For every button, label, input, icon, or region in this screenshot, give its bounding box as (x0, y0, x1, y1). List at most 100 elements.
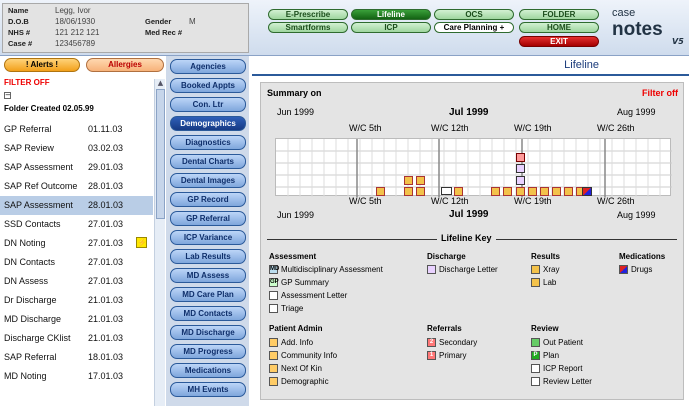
lifeline-key-title: Lifeline Key (437, 233, 496, 243)
sidebar-nav: Agencies Booked Appts Con. Ltr Demograph… (166, 56, 249, 406)
lab-icon[interactable] (491, 187, 500, 196)
lab-icon[interactable] (564, 187, 573, 196)
month-center: Jul 1999 (449, 209, 489, 220)
patient-dob: 18/06/1930 (55, 17, 96, 26)
list-item[interactable]: SAP Review 03.02.03 (0, 139, 153, 158)
nav-diagnostics[interactable]: Diagnostics (170, 135, 246, 150)
key-item: ICP Report (531, 364, 582, 374)
nav-gp-referral[interactable]: GP Referral (170, 211, 246, 226)
month-left: Jun 1999 (277, 107, 315, 117)
lifeline-button[interactable]: Lifeline (351, 9, 431, 20)
logo-text-notes: notes (612, 19, 663, 40)
lab-icon[interactable] (503, 187, 512, 196)
alerts-button[interactable]: ! Alerts ! (4, 58, 80, 72)
drugs-icon[interactable] (582, 187, 592, 196)
drugs-icon (619, 265, 628, 275)
nav-booked-appts[interactable]: Booked Appts (170, 78, 246, 93)
nav-con-ltr[interactable]: Con. Ltr (170, 97, 246, 112)
folder-button[interactable]: FOLDER (519, 9, 599, 20)
nav-dental-charts[interactable]: Dental Charts (170, 154, 246, 169)
xray-icon[interactable] (416, 187, 425, 196)
ocs-button[interactable]: OCS (434, 9, 514, 20)
nav-medications[interactable]: Medications (170, 363, 246, 378)
calendar-header-bottom: W/C 5th W/C 12th W/C 19th W/C 26th Jun 1… (267, 196, 667, 226)
nav-md-contacts[interactable]: MD Contacts (170, 306, 246, 321)
lab-icon (531, 278, 540, 288)
key-item: 1 Primary (427, 351, 467, 361)
list-item-date: 21.01.03 (88, 333, 124, 343)
list-item[interactable]: SSD Contacts 27.01.03 (0, 215, 153, 234)
nav-dental-images[interactable]: Dental Images (170, 173, 246, 188)
nav-mh-events[interactable]: MH Events (170, 382, 246, 397)
letter-icon[interactable] (516, 164, 525, 173)
key-heading-medications: Medications (619, 252, 666, 261)
home-button[interactable]: HOME (519, 22, 599, 33)
key-item: Assessment Letter (269, 291, 347, 301)
list-item[interactable]: DN Contacts 27.01.03 (0, 253, 153, 272)
list-scrollbar[interactable]: ▲ (154, 79, 165, 406)
list-item-date: 21.01.03 (88, 314, 124, 324)
list-item[interactable]: SAP Referral 18.01.03 (0, 348, 153, 367)
eprescribe-button[interactable]: E-Prescribe (268, 9, 348, 20)
nav-agencies[interactable]: Agencies (170, 59, 246, 74)
list-item-title: MD Noting (4, 371, 47, 381)
smartforms-button[interactable]: Smartforms (268, 22, 348, 33)
timeline-grid[interactable] (275, 138, 672, 197)
letter-icon[interactable] (441, 187, 452, 195)
list-item[interactable]: DN Assess 27.01.03 (0, 272, 153, 291)
filter-off-toggle[interactable]: Filter off (642, 88, 678, 98)
add-info-icon (269, 338, 278, 348)
xray-icon[interactable] (404, 176, 413, 185)
md-icon: MD (269, 265, 280, 275)
nav-md-discharge[interactable]: MD Discharge (170, 325, 246, 340)
list-item[interactable]: MD Noting 17.01.03 (0, 367, 153, 386)
letter-icon[interactable] (516, 176, 525, 185)
xray-icon[interactable] (454, 187, 463, 196)
xray-icon[interactable] (404, 187, 413, 196)
exit-button[interactable]: EXIT (519, 36, 599, 47)
lab-icon[interactable] (516, 187, 525, 196)
icp-button[interactable]: ICP (351, 22, 431, 33)
list-item[interactable]: MD Discharge 21.01.03 (0, 310, 153, 329)
nav-md-progress[interactable]: MD Progress (170, 344, 246, 359)
collapse-toggle[interactable]: − (4, 92, 11, 99)
nav-md-care-plan[interactable]: MD Care Plan (170, 287, 246, 302)
summary-on-label: Summary on (267, 88, 322, 98)
filter-off-label[interactable]: FILTER OFF (4, 78, 50, 87)
nav-demographics[interactable]: Demographics (170, 116, 246, 131)
logo-version: V5 (672, 37, 684, 46)
page-title: Lifeline (564, 59, 599, 71)
logo-text-case: case (612, 7, 636, 19)
list-item[interactable]: DN Noting 27.01.03 ⚡ (0, 234, 153, 253)
list-item[interactable]: SAP Ref Outcome 28.01.03 (0, 177, 153, 196)
lab-icon[interactable] (528, 187, 537, 196)
referral-icon[interactable] (516, 153, 525, 162)
xray-icon[interactable] (376, 187, 385, 196)
nav-md-assess[interactable]: MD Assess (170, 268, 246, 283)
list-item-selected[interactable]: SAP Assessment 28.01.03 (0, 196, 153, 215)
list-item[interactable]: SAP Assessment 29.01.03 (0, 158, 153, 177)
scroll-up-icon[interactable]: ▲ (156, 79, 165, 88)
care-planning-button[interactable]: Care Planning + (434, 22, 514, 33)
month-right: Aug 1999 (617, 107, 656, 117)
allergies-button[interactable]: Allergies (86, 58, 164, 72)
lab-icon[interactable] (540, 187, 549, 196)
nav-icp-variance[interactable]: ICP Variance (170, 230, 246, 245)
letter-icon (269, 291, 278, 301)
list-item-date: 27.01.03 (88, 238, 124, 248)
lab-icon[interactable] (552, 187, 561, 196)
list-item-title: Dr Discharge (4, 295, 57, 305)
xray-icon[interactable] (416, 176, 425, 185)
list-item[interactable]: GP Referral 01.11.03 (0, 120, 153, 139)
nav-lab-results[interactable]: Lab Results (170, 249, 246, 264)
list-item-title: DN Assess (4, 276, 49, 286)
list-item-date: 28.01.03 (88, 200, 124, 210)
alert-icon[interactable]: ⚡ (136, 237, 147, 248)
nav-gp-record[interactable]: GP Record (170, 192, 246, 207)
list-item[interactable]: Dr Discharge 21.01.03 (0, 291, 153, 310)
list-item-title: SSD Contacts (4, 219, 61, 229)
scrollbar-thumb[interactable] (156, 89, 165, 219)
casenotes-logo: case notes V5 (610, 3, 686, 49)
document-list: GP Referral 01.11.03 SAP Review 03.02.03 S… (0, 117, 153, 406)
list-item[interactable]: Discharge CKlist 21.01.03 (0, 329, 153, 348)
